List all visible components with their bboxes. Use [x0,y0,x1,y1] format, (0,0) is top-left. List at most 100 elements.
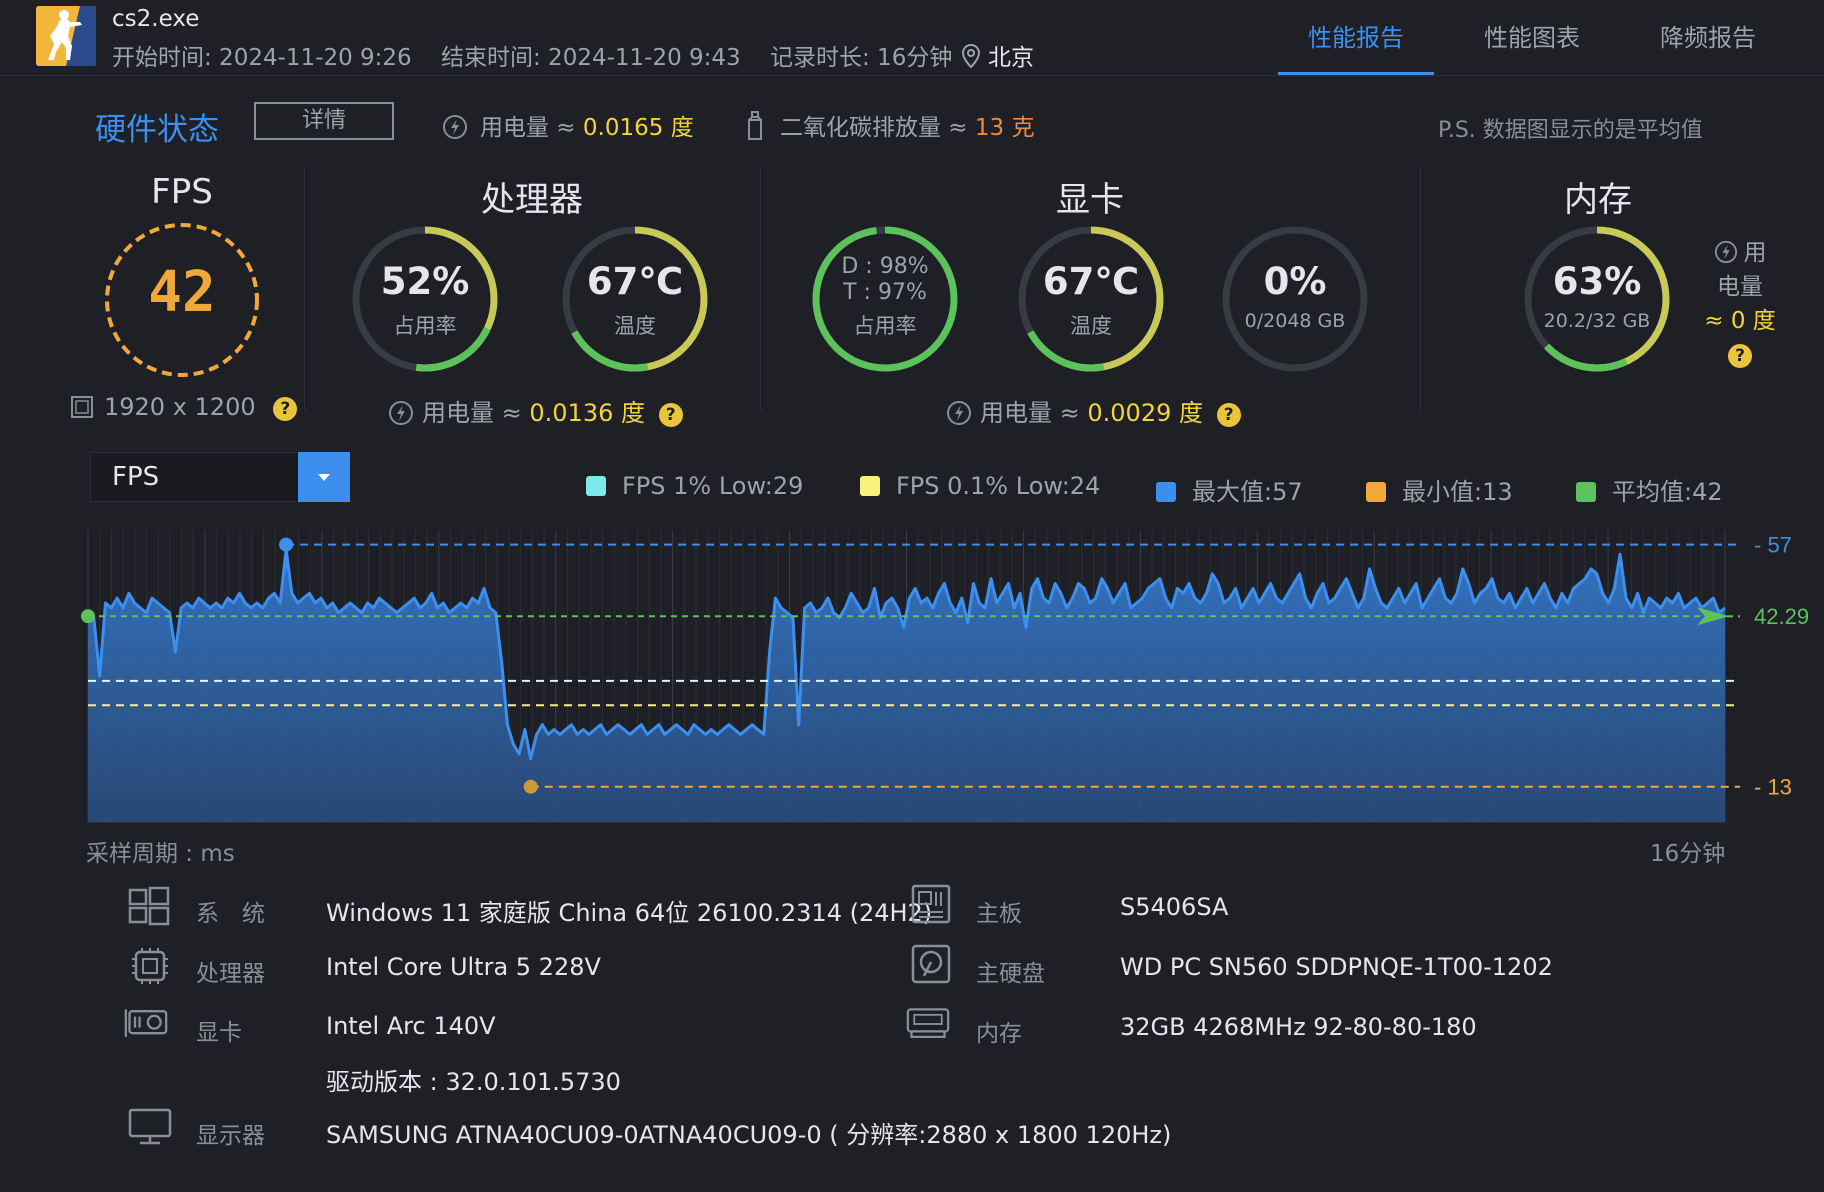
gpu-energy: 用电量 ≈ 0.0029 度 ? [946,393,1241,428]
gpu-energy-label: 用电量 ≈ [980,399,1088,427]
tab-performance-chart[interactable]: 性能图表 [1484,18,1580,53]
cpu-temp-gauge: 67℃ 温度 [558,222,712,376]
memory-energy-line2: 电量 [1717,274,1763,300]
legend-label: 最小值:13 [1402,478,1513,506]
memory-usage-value: 63% [1552,260,1642,303]
total-energy-label: 用电量 ≈ [480,115,583,141]
help-icon[interactable]: ? [273,397,298,421]
spec-cpu-label: 处理器 [196,961,265,987]
cpu-energy: 用电量 ≈ 0.0136 度 ? [388,393,683,428]
spec-board-value: S5406SA [1120,893,1229,921]
end-time: 结束时间: 2024-11-20 9:43 [441,45,741,71]
windows-grid-icon [128,886,170,926]
avg-value-label: 42.29 [1754,604,1809,629]
section-divider [1420,166,1421,411]
help-icon[interactable]: ? [658,403,683,427]
screen-frame-icon [71,396,93,418]
spec-os-value: Windows 11 家庭版 China 64位 26100.2314 (24H… [326,899,933,927]
memory-title: 内存 [1564,180,1632,220]
active-tab-indicator [1278,72,1434,75]
gpu-title: 显卡 [1056,180,1124,220]
memory-energy-line1: 用 [1743,240,1767,266]
max-value-label: - 57 [1754,533,1792,558]
total-energy: 用电量 ≈ 0.0165 度 [442,108,694,142]
gpu-vram-label: 0/2048 GB [1244,310,1346,332]
resolution-value: 1920 x 1200 [104,393,256,421]
session-info: 开始时间: 2024-11-20 9:26 结束时间: 2024-11-20 9… [112,38,974,72]
hardware-status-title: 硬件状态 [95,112,219,148]
details-button[interactable]: 详情 [254,102,394,140]
spec-board-label: 主板 [976,901,1022,927]
section-divider [760,166,761,411]
cpu-temp-label: 温度 [614,314,656,338]
fps-value: 42 [148,260,216,325]
legend-swatch [860,476,880,496]
gpu-usage-t: T : 97% [843,280,927,305]
motherboard-icon [911,884,951,924]
gpu-usage-d: D : 98% [841,254,929,279]
cpu-energy-value: 0.0136 度 [529,399,645,427]
sample-period: 采样周期 : ms [86,841,235,867]
metric-select-value: FPS [112,462,160,492]
tab-performance-report[interactable]: 性能报告 [1308,18,1404,53]
power-icon [1714,240,1737,264]
cpu-usage-gauge: 52% 占用率 [348,222,502,376]
legend-swatch [1156,482,1176,502]
location-pin-icon [961,43,981,69]
memory-stick-icon [906,1008,950,1038]
hard-disk-icon [911,944,951,984]
spec-os-label: 系 统 [196,901,265,927]
power-icon [443,115,467,139]
legend-item-max: 最大值:57 [1156,472,1303,507]
record-duration: 记录时长: 16分钟 [770,45,953,71]
cpu-title: 处理器 [481,180,583,220]
spec-gpu-value: Intel Arc 140V [326,1012,496,1040]
total-energy-value: 0.0165 度 [582,115,694,141]
co2-label: 二氧化碳排放量 ≈ [780,115,975,141]
co2-value: 13 克 [974,115,1035,141]
spec-disk-value: WD PC SN560 SDDPNQE-1T00-1202 [1120,953,1553,981]
cpu-usage-label: 占用率 [393,314,457,338]
avg-start-marker [81,609,95,624]
chevron-down-icon [318,474,330,481]
chart-duration: 16分钟 [1650,841,1726,867]
metric-dropdown-button[interactable] [298,452,350,502]
spec-ram-label: 内存 [976,1021,1022,1047]
gpu-temp-value: 67℃ [1042,260,1140,303]
gpu-temp-gauge: 67℃ 温度 [1014,222,1168,376]
gpu-energy-value: 0.0029 度 [1087,399,1203,427]
legend-item-min: 最小值:13 [1366,472,1513,507]
co2-emission: 二氧化碳排放量 ≈ 13 克 [744,108,1034,142]
monitor-icon [128,1108,172,1145]
spec-cpu-value: Intel Core Ultra 5 228V [326,953,601,981]
legend-item-01pct-low: FPS 0.1% Low:24 [860,472,1100,500]
location-label: 北京 [988,45,1034,71]
gpu-usage-label: 占用率 [853,314,917,338]
memory-energy-line3: ≈ 0 度 [1704,308,1776,334]
legend-label: FPS 0.1% Low:24 [896,472,1101,500]
location: 北京 [960,38,1034,72]
legend-label: 最大值:57 [1192,478,1303,506]
fps-title: FPS [151,172,213,212]
help-icon[interactable]: ? [1728,344,1752,368]
legend-label: 平均值:42 [1612,478,1723,506]
legend-swatch [586,476,606,496]
gpu-temp-label: 温度 [1070,314,1112,338]
legend-label: FPS 1% Low:29 [622,472,804,500]
memory-usage-gauge: 63% 20.2/32 GB [1520,222,1674,376]
cpu-chip-icon [132,948,168,984]
co2-bottle-icon [748,111,762,140]
cpu-energy-label: 用电量 ≈ [422,399,530,427]
app-logo [36,6,96,66]
spec-display-label: 显示器 [196,1123,265,1149]
power-icon [389,401,413,425]
average-note: P.S. 数据图显示的是平均值 [1438,118,1703,143]
help-icon[interactable]: ? [1216,403,1241,427]
legend-item-avg: 平均值:42 [1576,472,1723,507]
legend-swatch [1366,482,1386,502]
memory-usage-label: 20.2/32 GB [1543,310,1651,332]
fps-chart: - 57 42.29 - 13 [81,530,1809,823]
min-marker [523,779,538,794]
tab-throttle-report[interactable]: 降频报告 [1660,18,1756,53]
gpu-vram-gauge: 0% 0/2048 GB [1218,222,1372,376]
